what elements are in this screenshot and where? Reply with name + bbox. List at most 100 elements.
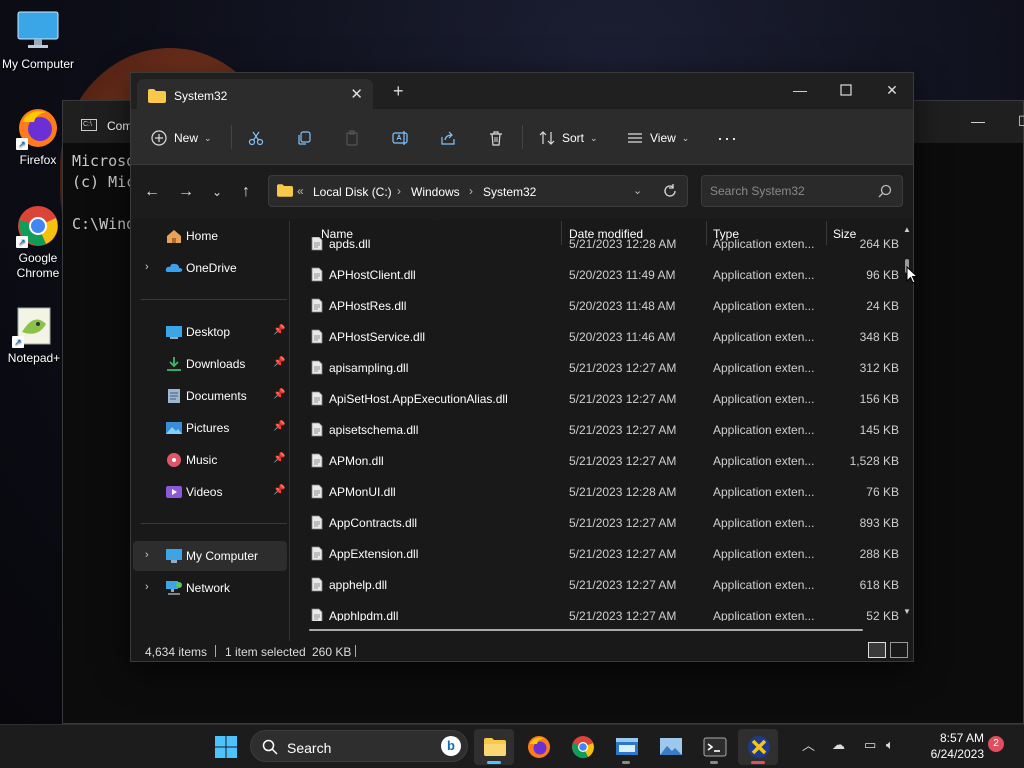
breadcrumb-system32[interactable]: System32 — [483, 185, 536, 199]
nav-item-network[interactable]: › Network — [133, 573, 287, 603]
file-row[interactable]: APMon.dll 5/21/2023 12:27 AM Application e… — [303, 445, 901, 476]
file-type: Application exten... — [713, 516, 815, 530]
music-icon — [167, 453, 181, 467]
large-icons-view-button[interactable] — [890, 642, 908, 658]
file-size: 312 KB — [859, 361, 899, 375]
terminal-minimize-icon[interactable]: — — [971, 113, 985, 129]
forward-button[interactable]: → — [173, 179, 199, 205]
sort-button[interactable]: Sort ⌄ — [539, 125, 598, 151]
address-dropdown-icon[interactable]: ⌄ — [633, 184, 642, 197]
file-rows: apds.dll 5/21/2023 12:28 AM Application ex… — [303, 237, 901, 621]
minimize-button[interactable]: — — [777, 77, 823, 103]
file-row[interactable]: ApiSetHost.AppExecutionAlias.dll 5/21/202… — [303, 383, 901, 414]
file-row[interactable]: APMonUI.dll 5/21/2023 12:28 AM Application… — [303, 476, 901, 507]
taskbar-app-window[interactable] — [606, 729, 646, 765]
system-clock[interactable]: 8:57 AM 6/24/2023 — [914, 730, 984, 762]
file-name: AppContracts.dll — [329, 516, 418, 530]
pane-splitter[interactable] — [289, 221, 290, 641]
view-button[interactable]: View ⌄ — [627, 125, 689, 151]
new-button[interactable]: New ⌄ — [151, 125, 212, 151]
paste-button[interactable] — [344, 125, 360, 151]
file-row[interactable]: APHostRes.dll 5/20/2023 11:48 AM Applicati… — [303, 290, 901, 321]
file-row[interactable]: AppExtension.dll 5/21/2023 12:27 AM Applic… — [303, 538, 901, 569]
maximize-button[interactable] — [823, 77, 869, 103]
address-bar[interactable]: « Local Disk (C:) › Windows › System32 ⌄ — [268, 175, 688, 207]
taskbar-firefox[interactable] — [518, 729, 558, 765]
pin-icon: 📌 — [273, 453, 286, 464]
nav-item-desktop[interactable]: Desktop 📌 — [133, 317, 287, 347]
file-row[interactable]: AppContracts.dll 5/21/2023 12:27 AM Applic… — [303, 507, 901, 538]
start-button[interactable] — [205, 729, 245, 765]
breadcrumb-overflow[interactable]: « — [297, 184, 304, 198]
x-app-icon — [748, 736, 770, 758]
new-tab-button[interactable]: + — [393, 82, 404, 100]
copy-button[interactable] — [296, 125, 312, 151]
nav-item-home[interactable]: Home — [133, 221, 287, 251]
breadcrumb-local-disk[interactable]: Local Disk (C:) — [313, 185, 392, 199]
network-status-icon[interactable]: ▭ — [864, 737, 876, 753]
taskbar-search[interactable]: Search b — [250, 730, 468, 762]
up-button[interactable]: ↑ — [233, 179, 259, 205]
nav-item-onedrive[interactable]: › OneDrive — [133, 253, 287, 283]
windows-logo-icon — [215, 736, 237, 758]
cloud-sync-off-icon[interactable]: ☁ — [832, 737, 845, 753]
taskbar-chrome[interactable] — [562, 729, 602, 765]
scroll-up-icon[interactable]: ▲ — [903, 225, 911, 234]
nav-item-music[interactable]: Music 📌 — [133, 445, 287, 475]
close-window-button[interactable]: ✕ — [869, 77, 915, 103]
file-explorer-window[interactable]: System32 ✕ + — ✕ New ⌄ Sort ⌄ View ⌄ ···… — [130, 72, 914, 662]
search-icon[interactable] — [878, 184, 892, 198]
cut-button[interactable] — [248, 125, 264, 151]
file-row[interactable]: apisetschema.dll 5/21/2023 12:27 AM Applic… — [303, 414, 901, 445]
file-row[interactable]: Apphlpdm.dll 5/21/2023 12:27 AM Applicatio… — [303, 600, 901, 621]
taskbar-terminal[interactable] — [694, 729, 734, 765]
file-name: apphelp.dll — [329, 578, 388, 592]
chevron-right-icon[interactable]: › — [145, 549, 149, 561]
search-box[interactable] — [701, 175, 903, 207]
breadcrumb-windows[interactable]: Windows — [411, 185, 460, 199]
details-view-button[interactable] — [868, 642, 886, 658]
nav-item-videos[interactable]: Videos 📌 — [133, 477, 287, 507]
chevron-right-icon[interactable]: › — [145, 261, 149, 273]
scroll-down-icon[interactable]: ▼ — [903, 607, 911, 616]
tab-close-icon[interactable]: ✕ — [350, 85, 363, 103]
rename-button[interactable] — [392, 125, 410, 151]
share-button[interactable] — [440, 125, 456, 151]
taskbar-image-viewer[interactable] — [650, 729, 690, 765]
chevron-right-icon[interactable]: › — [397, 184, 401, 198]
chevron-right-icon[interactable]: › — [145, 581, 149, 593]
taskbar-file-explorer[interactable] — [474, 729, 514, 765]
show-hidden-icons-chevron-icon[interactable]: ︿ — [802, 735, 815, 754]
view-label: View — [650, 131, 676, 145]
bing-icon[interactable]: b — [441, 736, 461, 756]
item-count: 4,634 items — [145, 645, 208, 659]
terminal-maximize-icon[interactable]: ☐ — [1018, 113, 1024, 130]
file-row[interactable]: apisampling.dll 5/21/2023 12:27 AM Applica… — [303, 352, 901, 383]
taskbar-remote-app[interactable] — [738, 729, 778, 765]
desktop-icon-my-computer[interactable]: My Computer — [0, 10, 76, 71]
nav-item-documents[interactable]: Documents 📌 — [133, 381, 287, 411]
recent-locations-button[interactable]: ⌄ — [204, 179, 230, 205]
file-row[interactable]: APHostClient.dll 5/20/2023 11:49 AM Applic… — [303, 259, 901, 290]
volume-icon[interactable]: 🔈︎ — [886, 737, 894, 753]
horizontal-scrollbar[interactable] — [309, 629, 863, 631]
search-input[interactable] — [702, 176, 872, 206]
file-size: 1,528 KB — [849, 454, 899, 468]
back-button[interactable]: ← — [139, 179, 165, 205]
nav-item-my-computer[interactable]: › My Computer — [133, 541, 287, 571]
more-options-button[interactable]: ··· — [717, 125, 738, 151]
download-icon — [167, 357, 181, 371]
file-type: Application exten... — [713, 392, 815, 406]
tab-system32[interactable]: System32 ✕ — [137, 79, 373, 109]
chevron-right-icon[interactable]: › — [469, 184, 473, 198]
refresh-icon[interactable] — [663, 184, 677, 198]
notification-badge[interactable]: 2 — [988, 736, 1004, 752]
file-row[interactable]: apds.dll 5/21/2023 12:28 AM Application ex… — [303, 237, 901, 259]
nav-item-downloads[interactable]: Downloads 📌 — [133, 349, 287, 379]
file-row[interactable]: APHostService.dll 5/20/2023 11:46 AM Appli… — [303, 321, 901, 352]
nav-item-pictures[interactable]: Pictures 📌 — [133, 413, 287, 443]
file-row[interactable]: apphelp.dll 5/21/2023 12:27 AM Application… — [303, 569, 901, 600]
tab-bar[interactable]: System32 ✕ + — ✕ — [131, 73, 913, 109]
terminal-tab-title[interactable]: Com — [107, 119, 132, 133]
delete-button[interactable] — [488, 125, 504, 151]
